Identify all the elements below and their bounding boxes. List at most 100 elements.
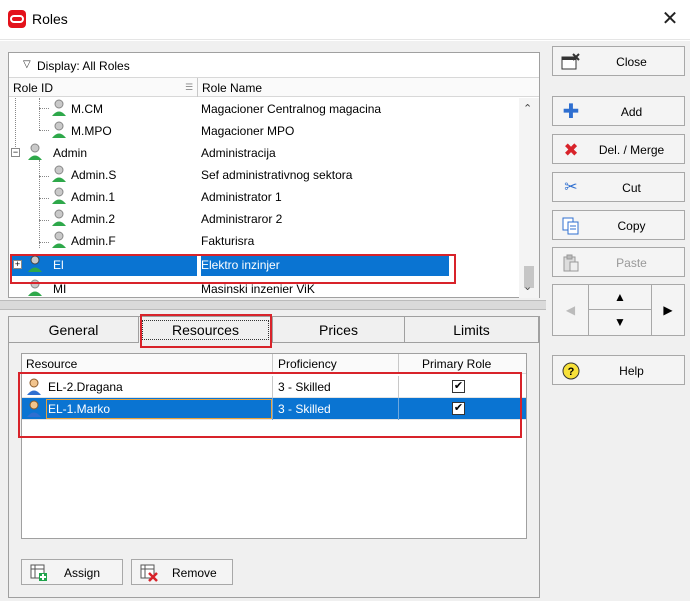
role-person-icon [52,121,66,138]
del-merge-button[interactable]: ✖ Del. / Merge [552,134,685,164]
column-divider[interactable] [197,78,198,97]
details-panel: General Resources Prices Limits Resource… [8,316,540,598]
del-merge-label: Del. / Merge [598,143,665,157]
expand-icon[interactable]: + [13,260,22,269]
tree-row[interactable]: − Admin Administracija [9,142,519,164]
proficiency-value[interactable]: 3 - Skilled [278,380,331,394]
role-name: Elektro inzinjer [201,254,449,276]
move-right-icon[interactable]: ▶ [651,285,684,335]
role-name: Sef administrativnog sektora [201,168,353,182]
scroll-down-icon[interactable]: ⌄ [523,280,532,293]
remove-button[interactable]: Remove [131,559,233,585]
close-label: Close [616,55,647,69]
plus-icon: ✚ [562,101,580,123]
help-button[interactable]: ? Help [552,355,685,385]
resource-person-icon [27,400,41,417]
scroll-up-icon[interactable]: ⌃ [523,102,532,115]
title-bar: Roles ✕ [0,0,690,40]
tree-column-header: Role ID ☰ Role Name [9,77,539,97]
focus-ring [142,320,269,340]
role-id: M.CM [71,102,103,116]
add-button[interactable]: ✚ Add [552,96,685,126]
copy-button[interactable]: Copy [552,210,685,240]
role-id: Admin.2 [71,212,116,226]
column-primary-role[interactable]: Primary Role [422,357,491,371]
remove-label: Remove [172,566,217,580]
proficiency-value[interactable]: 3 - Skilled [278,402,331,416]
tree-row[interactable]: Admin.F Fakturisra [9,230,519,252]
tree-body: M.CM Magacioner Centralnog magacina M.MP… [9,98,519,298]
window-title: Roles [32,11,68,27]
table-row-selected[interactable]: EL-1.Marko 3 - Skilled ✔ [22,398,526,420]
assign-icon [30,564,47,581]
cut-button[interactable]: ✂ Cut [552,172,685,202]
tree-row[interactable]: MI Masinski inzenier ViK [9,278,519,298]
role-person-icon [52,99,66,116]
role-name: Administraror 2 [201,212,283,226]
paste-button[interactable]: Paste [552,247,685,277]
collapse-icon[interactable]: − [11,148,20,157]
pane-splitter[interactable] [0,300,546,310]
table-row[interactable]: EL-2.Dragana 3 - Skilled ✔ [22,376,526,398]
tree-row-selected[interactable]: + El Elektro inzinjer [9,254,519,276]
role-id: Admin [53,146,88,160]
move-down-icon[interactable]: ▼ [589,310,651,335]
move-arrows-block: ◀ ▲ ▼ ▶ [552,284,685,336]
role-person-icon [28,279,42,296]
copy-label: Copy [617,219,646,233]
sort-icon[interactable]: ☰ [185,82,193,93]
resource-person-icon [27,378,41,395]
role-person-icon [52,209,66,226]
column-divider[interactable] [398,354,399,374]
app-logo-icon [8,10,26,28]
role-name: Magacioner Centralnog magacina [201,102,382,116]
tab-limits[interactable]: Limits [405,317,539,343]
move-left-icon[interactable]: ◀ [553,285,589,335]
tree-row[interactable]: M.MPO Magacioner MPO [9,120,519,142]
resource-name: EL-2.Dragana [48,380,123,394]
close-button[interactable]: Close [552,46,685,76]
tree-row[interactable]: Admin.1 Administrator 1 [9,186,519,208]
assign-button[interactable]: Assign [21,559,123,585]
cell-divider [272,376,273,398]
cell-divider [398,398,399,420]
primary-role-checkbox[interactable]: ✔ [452,380,465,393]
move-up-icon[interactable]: ▲ [589,285,651,310]
role-id: Admin.S [71,168,117,182]
column-proficiency[interactable]: Proficiency [278,357,337,371]
roles-tree-panel: ▽ Display: All Roles Role ID ☰ Role Name… [8,52,540,298]
primary-role-checkbox[interactable]: ✔ [452,402,465,415]
tab-bar: General Resources Prices Limits [9,317,539,343]
display-filter-bar[interactable]: ▽ Display: All Roles [9,53,539,77]
remove-icon [140,564,158,582]
display-filter-label[interactable]: Display: All Roles [37,59,130,73]
column-role-id[interactable]: Role ID [13,81,53,95]
role-id: MI [53,282,67,296]
delete-x-icon: ✖ [563,140,579,160]
copy-icon [561,217,581,235]
tab-label: Prices [319,322,358,338]
paste-label: Paste [616,256,647,270]
window-close-icon[interactable]: ✕ [656,8,684,32]
tree-vertical-scrollbar[interactable]: ⌃ ⌄ [519,98,539,298]
resources-table-header: Resource Proficiency Primary Role [22,354,526,374]
role-person-icon [28,143,42,160]
help-label: Help [619,364,644,378]
tree-row[interactable]: M.CM Magacioner Centralnog magacina [9,98,519,120]
column-resource[interactable]: Resource [26,357,77,371]
role-person-icon [52,165,66,182]
role-person-icon [28,255,42,272]
tree-row[interactable]: Admin.S Sef administrativnog sektora [9,164,519,186]
tab-resources[interactable]: Resources [139,317,273,343]
column-role-name[interactable]: Role Name [202,81,262,95]
tab-prices[interactable]: Prices [273,317,405,343]
chevron-down-icon[interactable]: ▽ [23,59,31,70]
assign-label: Assign [64,566,101,580]
role-person-icon [52,231,66,248]
tab-general[interactable]: General [9,317,139,343]
tree-row[interactable]: Admin.2 Administraror 2 [9,208,519,230]
tab-label: General [48,322,99,338]
svg-text:?: ? [568,366,575,378]
role-name: Administracija [201,146,276,160]
column-divider[interactable] [272,354,273,374]
